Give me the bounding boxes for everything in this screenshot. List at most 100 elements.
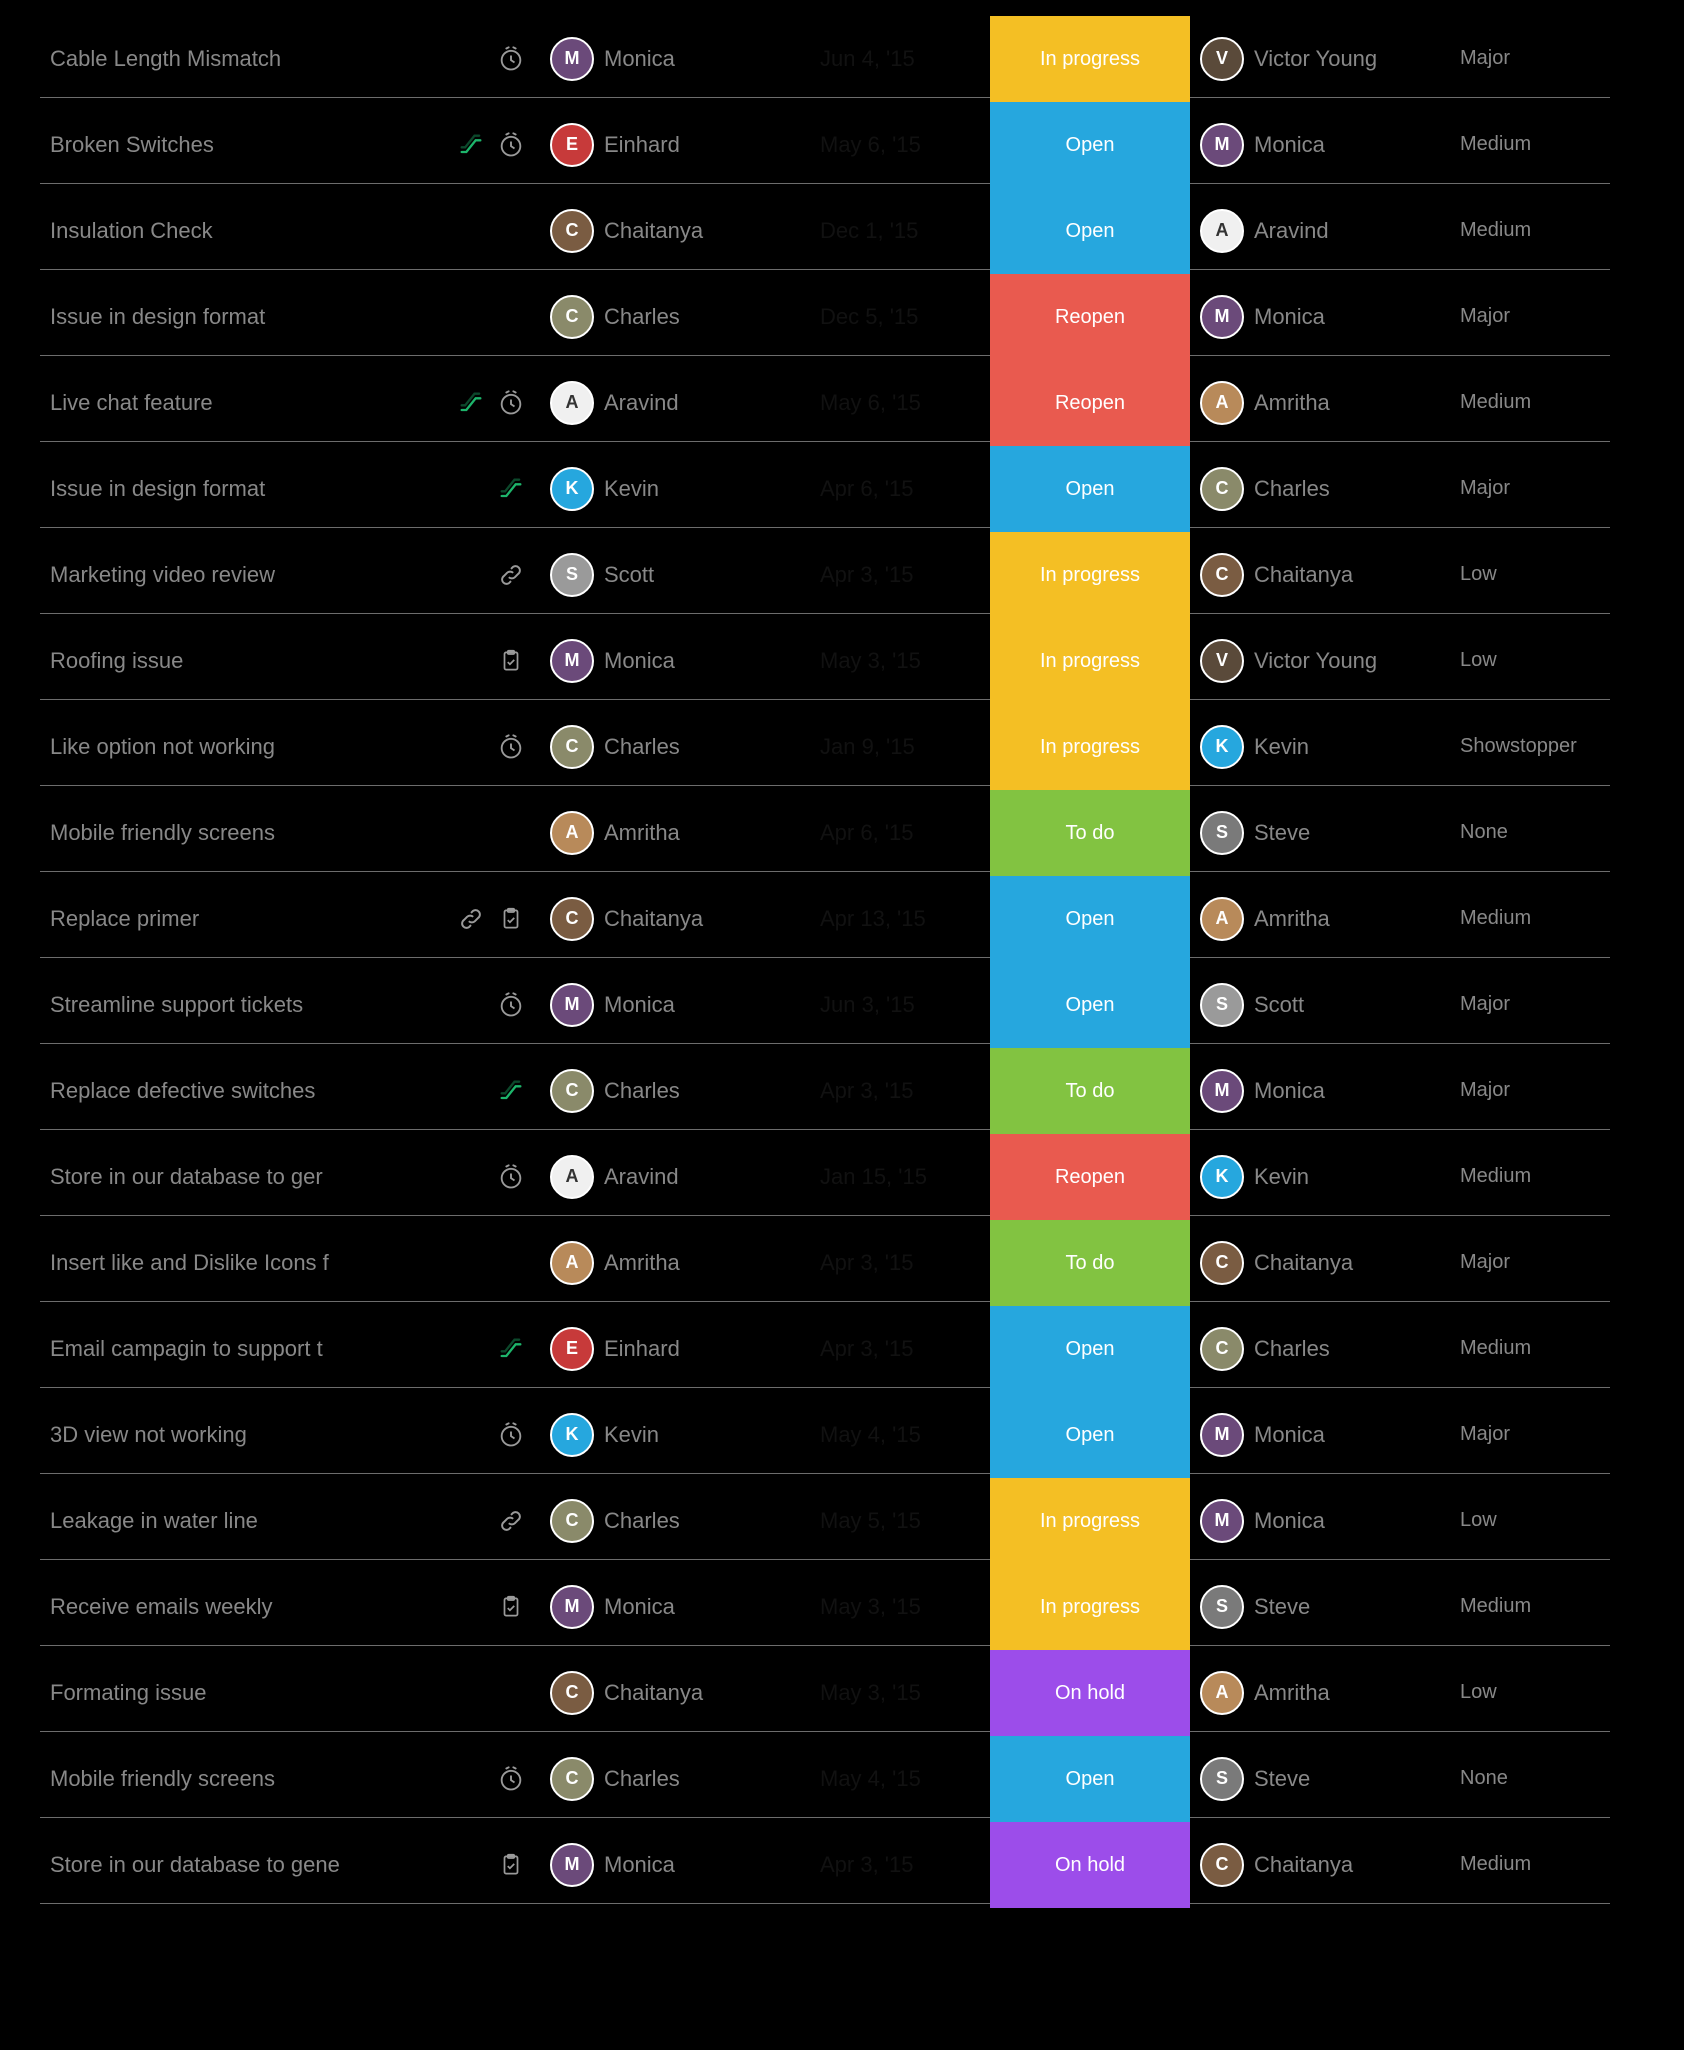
task-title[interactable]: Insulation Check [40, 192, 420, 270]
assignee-cell[interactable]: M Monica [540, 622, 810, 700]
task-title[interactable]: Broken Switches [40, 106, 420, 184]
task-row[interactable]: Store in our database to gene M Monica A… [40, 1826, 1644, 1904]
task-row[interactable]: Insert like and Dislike Icons f A Amrith… [40, 1224, 1644, 1302]
status-badge[interactable]: Reopen [990, 1134, 1190, 1220]
reporter-cell[interactable]: C Chaitanya [1190, 536, 1450, 614]
task-row[interactable]: Like option not working C Charles Jan 9,… [40, 708, 1644, 786]
assignee-cell[interactable]: A Aravind [540, 1138, 810, 1216]
task-title[interactable]: Leakage in water line [40, 1482, 420, 1560]
task-title[interactable]: 3D view not working [40, 1396, 420, 1474]
task-title[interactable]: Formating issue [40, 1654, 420, 1732]
assignee-cell[interactable]: A Amritha [540, 1224, 810, 1302]
task-row[interactable]: 3D view not working K Kevin May 4, '15 O… [40, 1396, 1644, 1474]
assignee-cell[interactable]: C Charles [540, 1052, 810, 1130]
task-title[interactable]: Marketing video review [40, 536, 420, 614]
assignee-cell[interactable]: A Aravind [540, 364, 810, 442]
task-row[interactable]: Streamline support tickets M Monica Jun … [40, 966, 1644, 1044]
reporter-cell[interactable]: M Monica [1190, 278, 1450, 356]
task-title[interactable]: Mobile friendly screens [40, 1740, 420, 1818]
reporter-cell[interactable]: S Scott [1190, 966, 1450, 1044]
task-title[interactable]: Replace defective switches [40, 1052, 420, 1130]
assignee-cell[interactable]: A Amritha [540, 794, 810, 872]
assignee-cell[interactable]: M Monica [540, 1568, 810, 1646]
task-row[interactable]: Receive emails weekly M Monica May 3, '1… [40, 1568, 1644, 1646]
status-badge[interactable]: Open [990, 1306, 1190, 1392]
status-badge[interactable]: In progress [990, 532, 1190, 618]
status-badge[interactable]: Open [990, 1392, 1190, 1478]
status-badge[interactable]: On hold [990, 1822, 1190, 1908]
status-badge[interactable]: In progress [990, 1478, 1190, 1564]
task-title[interactable]: Roofing issue [40, 622, 420, 700]
task-title[interactable]: Like option not working [40, 708, 420, 786]
status-badge[interactable]: On hold [990, 1650, 1190, 1736]
assignee-cell[interactable]: E Einhard [540, 1310, 810, 1388]
status-badge[interactable]: Open [990, 188, 1190, 274]
assignee-cell[interactable]: C Charles [540, 1740, 810, 1818]
assignee-cell[interactable]: C Charles [540, 1482, 810, 1560]
task-row[interactable]: Live chat feature A Aravind May 6, '15 R… [40, 364, 1644, 442]
status-badge[interactable]: Open [990, 1736, 1190, 1822]
assignee-cell[interactable]: K Kevin [540, 450, 810, 528]
task-row[interactable]: Formating issue C Chaitanya May 3, '15 O… [40, 1654, 1644, 1732]
status-badge[interactable]: Open [990, 962, 1190, 1048]
assignee-cell[interactable]: M Monica [540, 1826, 810, 1904]
task-row[interactable]: Leakage in water line C Charles May 5, '… [40, 1482, 1644, 1560]
task-row[interactable]: Mobile friendly screens A Amritha Apr 6,… [40, 794, 1644, 872]
task-row[interactable]: Email campagin to support t E Einhard Ap… [40, 1310, 1644, 1388]
reporter-cell[interactable]: C Chaitanya [1190, 1826, 1450, 1904]
status-badge[interactable]: In progress [990, 704, 1190, 790]
task-title[interactable]: Live chat feature [40, 364, 420, 442]
task-title[interactable]: Replace primer [40, 880, 420, 958]
assignee-cell[interactable]: M Monica [540, 20, 810, 98]
reporter-cell[interactable]: A Amritha [1190, 1654, 1450, 1732]
reporter-cell[interactable]: A Aravind [1190, 192, 1450, 270]
assignee-cell[interactable]: C Chaitanya [540, 192, 810, 270]
task-row[interactable]: Replace primer C Chaitanya Apr 13, '15 O… [40, 880, 1644, 958]
reporter-cell[interactable]: S Steve [1190, 794, 1450, 872]
status-badge[interactable]: Reopen [990, 360, 1190, 446]
status-badge[interactable]: In progress [990, 16, 1190, 102]
status-badge[interactable]: To do [990, 790, 1190, 876]
status-badge[interactable]: Open [990, 446, 1190, 532]
task-row[interactable]: Mobile friendly screens C Charles May 4,… [40, 1740, 1644, 1818]
reporter-cell[interactable]: K Kevin [1190, 708, 1450, 786]
assignee-cell[interactable]: C Charles [540, 708, 810, 786]
reporter-cell[interactable]: V Victor Young [1190, 20, 1450, 98]
status-badge[interactable]: To do [990, 1220, 1190, 1306]
assignee-cell[interactable]: C Chaitanya [540, 880, 810, 958]
assignee-cell[interactable]: S Scott [540, 536, 810, 614]
assignee-cell[interactable]: E Einhard [540, 106, 810, 184]
reporter-cell[interactable]: M Monica [1190, 1482, 1450, 1560]
assignee-cell[interactable]: K Kevin [540, 1396, 810, 1474]
assignee-cell[interactable]: M Monica [540, 966, 810, 1044]
reporter-cell[interactable]: K Kevin [1190, 1138, 1450, 1216]
task-row[interactable]: Broken Switches E Einhard May 6, '15 Ope… [40, 106, 1644, 184]
status-badge[interactable]: Open [990, 876, 1190, 962]
reporter-cell[interactable]: V Victor Young [1190, 622, 1450, 700]
reporter-cell[interactable]: M Monica [1190, 1396, 1450, 1474]
task-title[interactable]: Streamline support tickets [40, 966, 420, 1044]
task-title[interactable]: Store in our database to ger [40, 1138, 420, 1216]
task-title[interactable]: Cable Length Mismatch [40, 20, 420, 98]
task-title[interactable]: Email campagin to support t [40, 1310, 420, 1388]
task-row[interactable]: Issue in design format K Kevin Apr 6, '1… [40, 450, 1644, 528]
reporter-cell[interactable]: M Monica [1190, 106, 1450, 184]
task-row[interactable]: Roofing issue M Monica May 3, '15 In pro… [40, 622, 1644, 700]
task-title[interactable]: Issue in design format [40, 450, 420, 528]
task-title[interactable]: Store in our database to gene [40, 1826, 420, 1904]
assignee-cell[interactable]: C Chaitanya [540, 1654, 810, 1732]
status-badge[interactable]: In progress [990, 1564, 1190, 1650]
reporter-cell[interactable]: C Charles [1190, 1310, 1450, 1388]
reporter-cell[interactable]: A Amritha [1190, 880, 1450, 958]
assignee-cell[interactable]: C Charles [540, 278, 810, 356]
reporter-cell[interactable]: S Steve [1190, 1568, 1450, 1646]
task-row[interactable]: Issue in design format C Charles Dec 5, … [40, 278, 1644, 356]
task-title[interactable]: Issue in design format [40, 278, 420, 356]
task-row[interactable]: Store in our database to ger A Aravind J… [40, 1138, 1644, 1216]
task-row[interactable]: Marketing video review S Scott Apr 3, '1… [40, 536, 1644, 614]
reporter-cell[interactable]: A Amritha [1190, 364, 1450, 442]
task-title[interactable]: Mobile friendly screens [40, 794, 420, 872]
reporter-cell[interactable]: S Steve [1190, 1740, 1450, 1818]
reporter-cell[interactable]: C Charles [1190, 450, 1450, 528]
reporter-cell[interactable]: C Chaitanya [1190, 1224, 1450, 1302]
